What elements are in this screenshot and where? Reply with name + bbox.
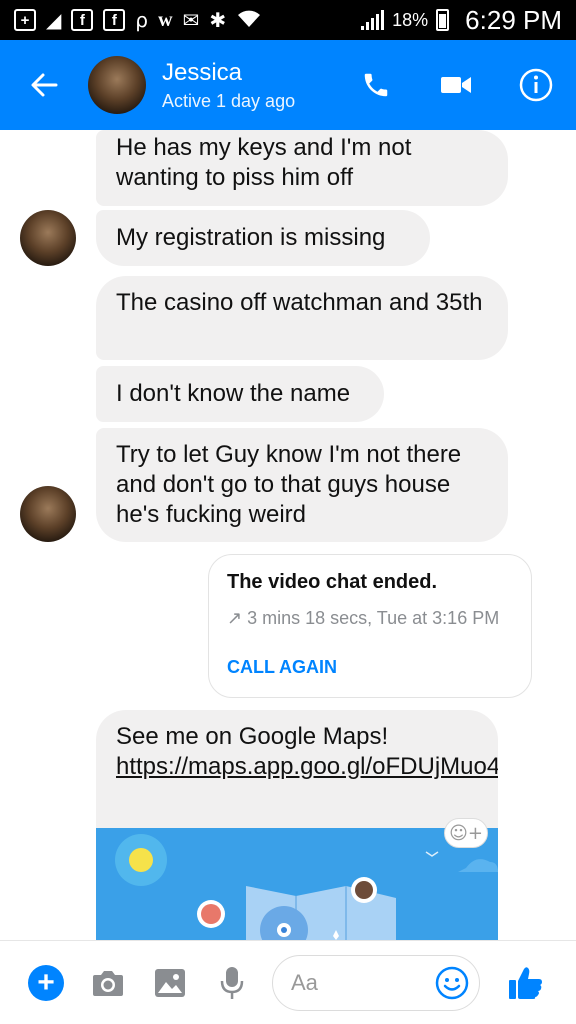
plus-box-icon: +	[14, 9, 36, 31]
message-input[interactable]: Aa	[272, 954, 480, 1011]
camera-button[interactable]	[90, 965, 126, 1001]
headphone-icon: ⍴	[135, 8, 149, 32]
location-message-text: See me on Google Maps!	[116, 723, 389, 750]
call-again-button[interactable]: CALL AGAIN	[227, 657, 337, 678]
sender-avatar[interactable]	[20, 210, 76, 266]
battery-icon	[436, 9, 450, 31]
message-text: The casino off watchman and 35th	[116, 289, 483, 316]
more-actions-button[interactable]: +	[28, 964, 64, 1001]
tag-icon: ◢	[46, 8, 62, 32]
contact-info[interactable]: Jessica Active 1 day ago	[162, 59, 336, 112]
info-button[interactable]	[496, 40, 576, 130]
call-card-title: The video chat ended.	[227, 571, 438, 593]
battery-percent: 18%	[392, 9, 429, 30]
like-button[interactable]	[506, 963, 546, 1003]
emoji-icon[interactable]	[435, 966, 469, 1000]
facebook-icon: f	[71, 9, 94, 31]
message-bubble[interactable]: My registration is missing	[96, 210, 430, 266]
call-card-details: ↗ 3 mins 18 secs, Tue at 3:16 PM	[227, 608, 500, 628]
clock: 6:29 PM	[465, 4, 562, 35]
thumbs-up-icon	[509, 966, 542, 999]
contact-active-status: Active 1 day ago	[162, 90, 296, 111]
video-chat-ended-card: The video chat ended. ↗ 3 mins 18 secs, …	[208, 554, 532, 698]
plus-icon: +	[28, 964, 64, 1001]
info-icon	[519, 68, 553, 102]
map-preview-image[interactable]	[96, 828, 498, 940]
message-bubble[interactable]: The casino off watchman and 35th	[96, 276, 508, 360]
microphone-icon	[220, 966, 244, 999]
phone-icon	[364, 73, 388, 97]
wish-icon: w	[158, 9, 173, 31]
contact-avatar[interactable]	[88, 56, 146, 114]
image-icon	[155, 968, 185, 997]
message-composer: + Aa	[0, 940, 576, 1024]
voice-record-button[interactable]	[214, 965, 250, 1001]
conversation-header: Jessica Active 1 day ago	[0, 40, 576, 130]
smiley-plus-icon: ☺+	[449, 822, 483, 844]
message-text: I don't know the name	[116, 380, 351, 407]
message-bubble[interactable]: He has my keys and I'm not wanting to pi…	[96, 130, 508, 206]
contact-name: Jessica	[162, 58, 243, 86]
signal-icon	[361, 10, 385, 30]
message-text: My registration is missing	[116, 224, 386, 251]
gallery-button[interactable]	[152, 965, 188, 1001]
facebook-icon: f	[103, 9, 126, 31]
message-text: He has my keys and I'm not wanting to pi…	[116, 134, 412, 191]
message-list[interactable]: He has my keys and I'm not wanting to pi…	[0, 130, 576, 940]
back-arrow-icon	[31, 73, 58, 97]
add-reaction-button[interactable]: ☺+	[444, 818, 488, 848]
mail-icon: ✉	[182, 8, 200, 32]
back-button[interactable]	[0, 40, 88, 130]
wifi-icon	[236, 9, 262, 32]
message-bubble[interactable]: Try to let Guy know I'm not there and do…	[96, 428, 508, 542]
google-maps-link[interactable]: https://maps.app.goo.gl/oFDUjMuo4cbfl7nM…	[116, 752, 498, 782]
video-camera-icon	[441, 77, 471, 93]
message-text: Try to let Guy know I'm not there and do…	[116, 441, 462, 528]
camera-icon	[93, 970, 123, 996]
message-input-placeholder: Aa	[291, 969, 318, 995]
bluetooth-icon: ✱	[209, 8, 227, 32]
location-message[interactable]: See me on Google Maps! https://maps.app.…	[96, 710, 498, 940]
voice-call-button[interactable]	[336, 40, 416, 130]
notification-icons: + ◢ f f ⍴ w ✉ ✱	[14, 9, 361, 32]
video-call-button[interactable]	[416, 40, 496, 130]
sender-avatar[interactable]	[20, 486, 76, 542]
status-bar: + ◢ f f ⍴ w ✉ ✱ 18% 6:29 PM	[0, 0, 576, 40]
message-bubble[interactable]: I don't know the name	[96, 366, 384, 422]
